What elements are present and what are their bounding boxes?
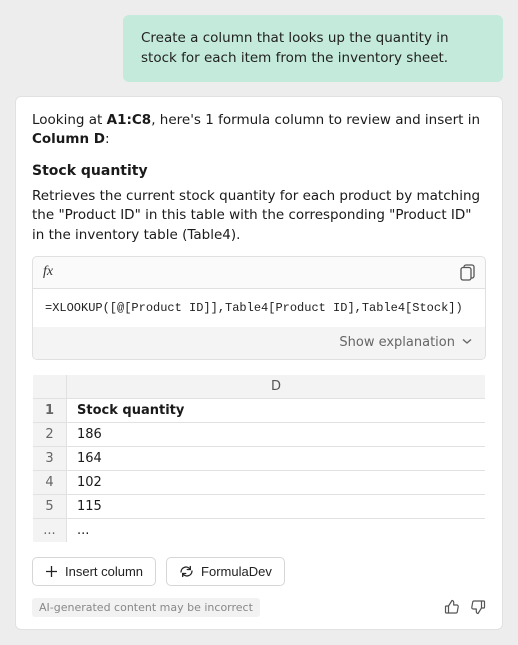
row-number[interactable]: 3 [33, 446, 67, 470]
corner-cell [33, 374, 67, 398]
row-number[interactable]: 1 [33, 398, 67, 422]
cell-value[interactable]: Stock quantity [67, 398, 486, 422]
ai-disclaimer: AI-generated content may be incorrect [32, 598, 260, 617]
show-explanation-toggle[interactable]: Show explanation [33, 327, 485, 359]
section-title: Stock quantity [32, 163, 486, 179]
intro-range: A1:C8 [107, 112, 152, 128]
row-number[interactable]: 2 [33, 422, 67, 446]
thumbs-down-icon[interactable] [470, 599, 486, 615]
intro-line: Looking at A1:C8, here's 1 formula colum… [32, 111, 486, 149]
plus-icon [45, 565, 58, 578]
action-row: Insert column FormulaDev [32, 557, 486, 586]
user-message-bubble: Create a column that looks up the quanti… [123, 15, 503, 82]
formula-code[interactable]: =XLOOKUP([@[Product ID]],Table4[Product … [33, 289, 485, 327]
cell-value[interactable]: 102 [67, 470, 486, 494]
intro-target: Column D [32, 131, 105, 147]
insert-column-button[interactable]: Insert column [32, 557, 156, 586]
table-row: 2 186 [33, 422, 486, 446]
formula-dev-label: FormulaDev [201, 564, 272, 579]
row-number[interactable]: ... [33, 518, 67, 542]
show-explanation-label: Show explanation [339, 335, 455, 350]
formula-block: fx =XLOOKUP([@[Product ID]],Table4[Produ… [32, 256, 486, 360]
table-row: 5 115 [33, 494, 486, 518]
intro-middle: , here's 1 formula column to review and … [151, 112, 480, 128]
table-row: 4 102 [33, 470, 486, 494]
regenerate-icon [179, 565, 194, 578]
row-number[interactable]: 4 [33, 470, 67, 494]
copy-icon[interactable] [460, 264, 475, 281]
table-row: 1 Stock quantity [33, 398, 486, 422]
preview-table: D 1 Stock quantity 2 186 3 164 4 1 [32, 374, 486, 543]
fx-label: fx [43, 264, 53, 280]
intro-prefix: Looking at [32, 112, 107, 128]
cell-value[interactable]: ... [67, 518, 486, 542]
thumbs-up-icon[interactable] [444, 599, 460, 615]
feedback-controls [444, 599, 486, 615]
chevron-down-icon [461, 335, 473, 351]
assistant-response-card: Looking at A1:C8, here's 1 formula colum… [15, 96, 503, 629]
row-number[interactable]: 5 [33, 494, 67, 518]
insert-column-label: Insert column [65, 564, 143, 579]
formula-dev-button[interactable]: FormulaDev [166, 557, 285, 586]
cell-value[interactable]: 164 [67, 446, 486, 470]
formula-header: fx [33, 257, 485, 289]
cell-value[interactable]: 115 [67, 494, 486, 518]
footer-row: AI-generated content may be incorrect [32, 598, 486, 617]
column-header-d[interactable]: D [67, 374, 486, 398]
user-message-text: Create a column that looks up the quanti… [141, 30, 449, 66]
table-row: 3 164 [33, 446, 486, 470]
section-description: Retrieves the current stock quantity for… [32, 187, 486, 246]
cell-value[interactable]: 186 [67, 422, 486, 446]
intro-suffix: : [105, 131, 110, 147]
table-row: ... ... [33, 518, 486, 542]
